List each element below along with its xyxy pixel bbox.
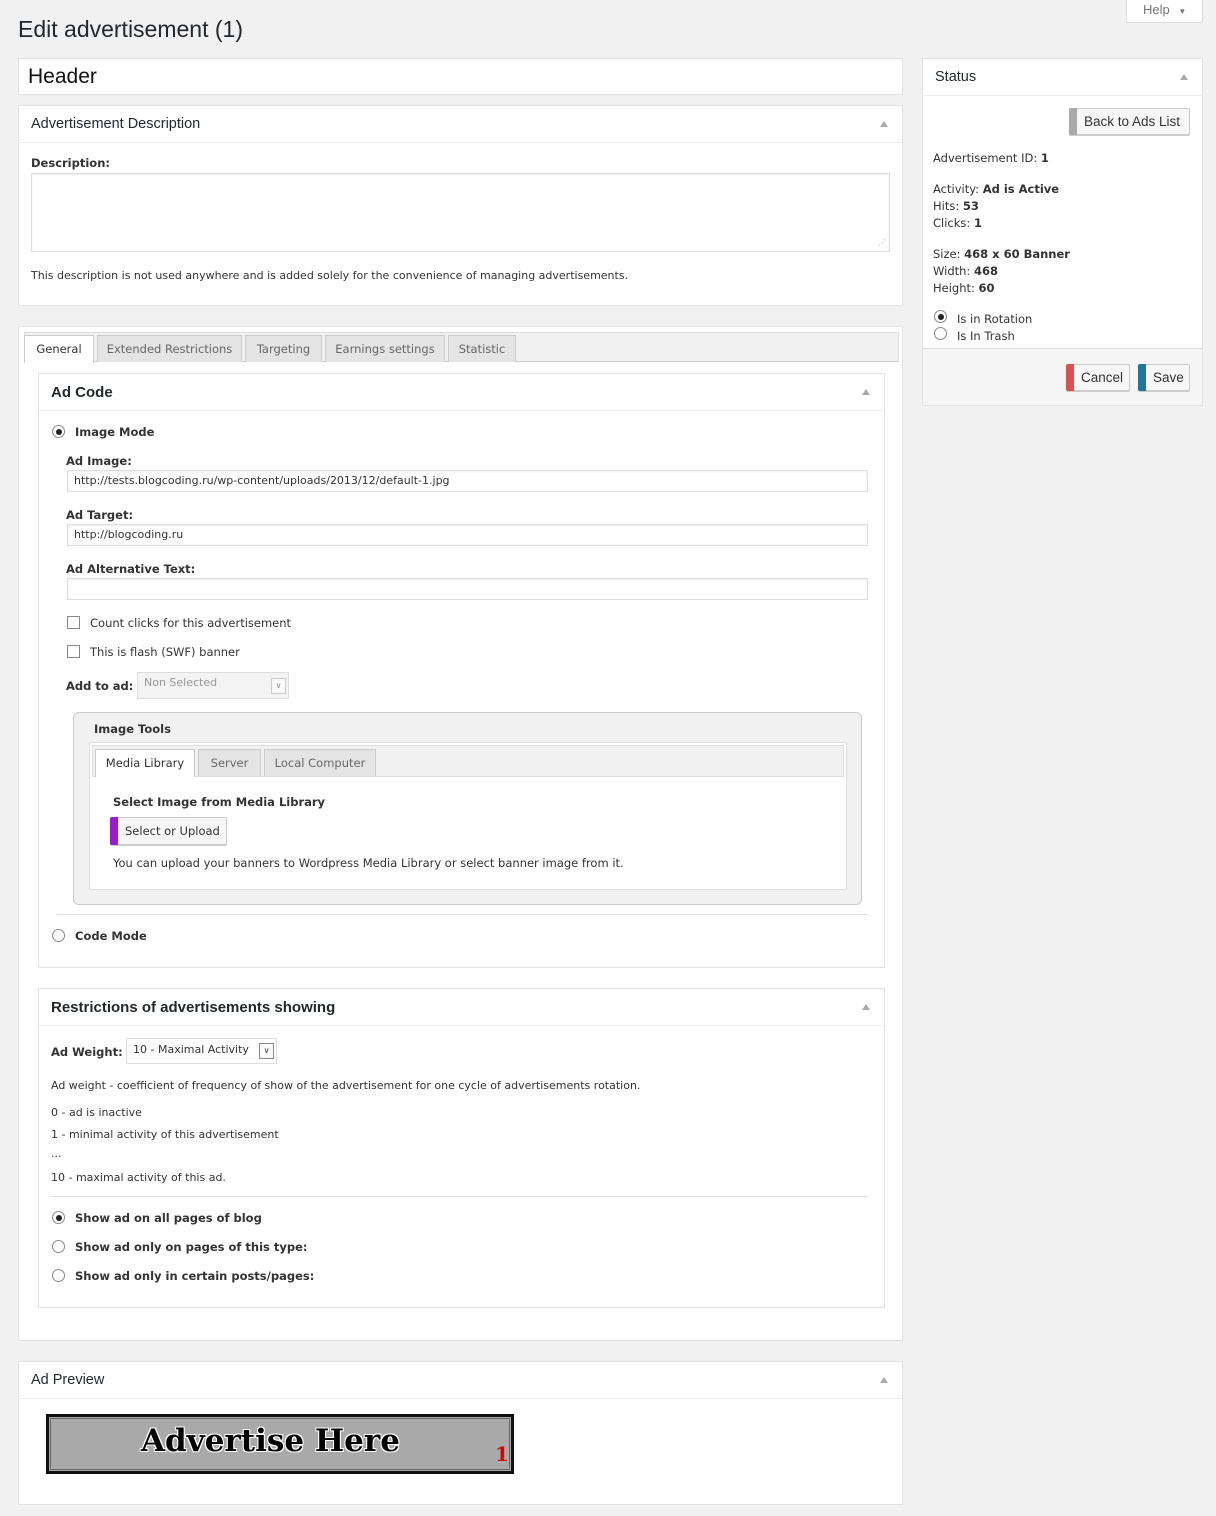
tab-general[interactable]: General [24, 335, 94, 363]
caret-down-icon: ▼ [1178, 7, 1187, 16]
add-to-ad-label: Add to ad: [66, 679, 134, 693]
settings-panel: General Extended Restrictions Targeting … [18, 326, 903, 1341]
ad-weight-select[interactable]: 10 - Maximal Activity ∨ [126, 1038, 277, 1064]
weight-line: ... [51, 1147, 62, 1160]
chevron-down-icon: ∨ [271, 678, 286, 694]
code-mode-radio[interactable] [52, 929, 65, 942]
help-label: Help [1143, 2, 1170, 17]
description-box: Advertisement Description Description: ⋰… [18, 105, 903, 306]
in-trash-radio[interactable] [934, 327, 947, 340]
show-page-type-radio[interactable] [52, 1240, 65, 1253]
tab-extended-restrictions[interactable]: Extended Restrictions [97, 335, 242, 362]
ad-weight-label: Ad Weight: [51, 1045, 123, 1059]
button-accent [1069, 108, 1077, 135]
ad-banner-image: Advertise Here 1 [46, 1414, 514, 1474]
description-box-title: Advertisement Description [31, 116, 201, 132]
hits: Hits: 53 [933, 199, 979, 213]
ad-image-label: Ad Image: [66, 454, 132, 468]
add-to-ad-select[interactable]: Non Selected ∨ [137, 672, 289, 699]
select-image-title: Select Image from Media Library [113, 795, 326, 809]
weight-line: 0 - ad is inactive [51, 1106, 142, 1119]
collapse-toggle-icon[interactable] [862, 1004, 870, 1010]
flash-banner-label: This is flash (SWF) banner [90, 645, 240, 659]
show-certain-posts-radio[interactable] [52, 1269, 65, 1282]
image-mode-label: Image Mode [75, 425, 155, 439]
count-clicks-label: Count clicks for this advertisement [90, 616, 292, 630]
in-trash-label: Is In Trash [957, 329, 1015, 343]
ad-title-value: Header [28, 65, 97, 88]
image-mode-radio[interactable] [52, 425, 65, 438]
code-mode-label: Code Mode [75, 929, 147, 943]
collapse-toggle-icon[interactable] [880, 1377, 888, 1383]
restrictions-box: Restrictions of advertisements showing A… [38, 988, 885, 1308]
banner-text: Advertise Here [141, 1423, 400, 1459]
show-certain-posts-label: Show ad only in certain posts/pages: [75, 1269, 315, 1283]
ad-code-title: Ad Code [51, 384, 113, 401]
collapse-toggle-icon[interactable] [862, 389, 870, 395]
image-tools-panel: Image Tools Media Library Server Local C… [73, 712, 862, 905]
ad-preview-title: Ad Preview [31, 1372, 105, 1388]
button-accent [1066, 364, 1074, 391]
weight-line: 10 - maximal activity of this ad. [51, 1171, 226, 1184]
in-rotation-label: Is in Rotation [957, 312, 1033, 326]
back-to-ads-list-button[interactable]: Back to Ads List [1069, 108, 1190, 135]
divider [57, 914, 868, 915]
select-or-upload-button[interactable]: Select or Upload [110, 817, 227, 845]
activity: Activity: Ad is Active [933, 182, 1060, 196]
size: Size: 468 x 60 Banner [933, 247, 1070, 261]
clicks: Clicks: 1 [933, 216, 982, 230]
show-all-pages-label: Show ad on all pages of blog [75, 1211, 262, 1225]
weight-line: 1 - minimal activity of this advertiseme… [51, 1128, 279, 1141]
alt-text-input[interactable] [67, 578, 868, 600]
show-all-pages-radio[interactable] [52, 1211, 65, 1224]
ad-image-input[interactable]: http://tests.blogcoding.ru/wp-content/up… [67, 470, 868, 492]
description-note: This description is not used anywhere an… [31, 269, 629, 282]
banner-number: 1 [495, 1442, 509, 1466]
status-title: Status [935, 69, 977, 85]
width: Width: 468 [933, 264, 998, 278]
alt-text-label: Ad Alternative Text: [66, 562, 196, 576]
count-clicks-checkbox[interactable] [67, 616, 80, 629]
chevron-down-icon: ∨ [259, 1043, 274, 1059]
tab-server[interactable]: Server [198, 749, 261, 776]
tab-local-computer[interactable]: Local Computer [264, 749, 376, 776]
collapse-toggle-icon[interactable] [880, 121, 888, 127]
cancel-button[interactable]: Cancel [1066, 364, 1130, 391]
tab-earnings-settings[interactable]: Earnings settings [325, 335, 445, 362]
divider [51, 1196, 868, 1197]
page-title: Edit advertisement (1) [18, 16, 243, 42]
tab-statistic[interactable]: Statistic [448, 335, 516, 362]
save-button[interactable]: Save [1138, 364, 1190, 391]
description-textarea[interactable]: ⋰ [31, 173, 890, 252]
height: Height: 60 [933, 281, 995, 295]
media-library-note: You can upload your banners to Wordpress… [113, 856, 624, 870]
image-tools-title: Image Tools [94, 722, 171, 736]
restrictions-title: Restrictions of advertisements showing [51, 999, 336, 1016]
in-rotation-radio[interactable] [934, 310, 947, 323]
description-label: Description: [31, 156, 110, 170]
button-accent [1138, 364, 1146, 391]
ad-code-box: Ad Code Image Mode Ad Image: http://test… [38, 373, 885, 968]
resize-handle-icon[interactable]: ⋰ [878, 236, 886, 250]
collapse-toggle-icon[interactable] [1180, 74, 1188, 80]
ad-target-label: Ad Target: [66, 508, 134, 522]
help-tab[interactable]: Help ▼ [1126, 0, 1203, 23]
tab-targeting[interactable]: Targeting [245, 335, 322, 362]
tab-media-library[interactable]: Media Library [95, 749, 195, 777]
status-box: Status Back to Ads List Advertisement ID… [922, 58, 1203, 406]
flash-banner-checkbox[interactable] [67, 645, 80, 658]
ad-title-input[interactable]: Header [18, 58, 903, 95]
ad-preview-box: Ad Preview Advertise Here 1 [18, 1361, 903, 1505]
show-page-type-label: Show ad only on pages of this type: [75, 1240, 308, 1254]
ad-target-input[interactable]: http://blogcoding.ru [67, 524, 868, 546]
ad-weight-description: Ad weight - coefficient of frequency of … [51, 1079, 641, 1092]
button-accent [110, 817, 118, 845]
advertisement-id: Advertisement ID: 1 [933, 151, 1049, 165]
